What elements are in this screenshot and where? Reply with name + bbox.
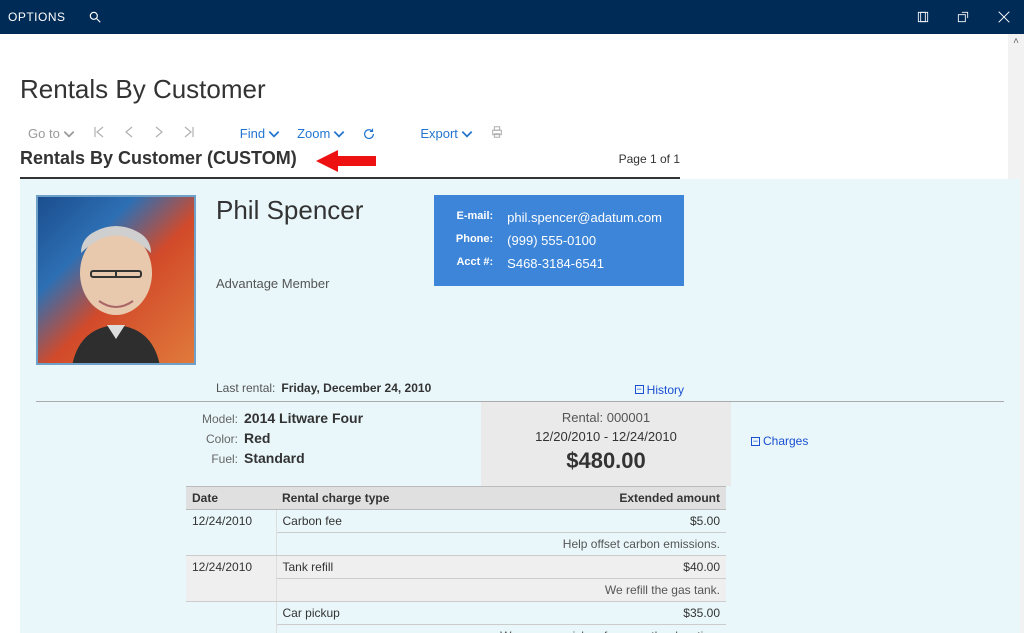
charge-date: 12/24/2010 — [186, 555, 276, 601]
col-type: Rental charge type — [276, 486, 507, 509]
title-bar: OPTIONS — [0, 0, 1024, 34]
charge-desc: Help offset carbon emissions. — [276, 532, 726, 555]
chevron-down-icon — [267, 127, 281, 141]
charge-desc: We arrange pickup from another location. — [276, 624, 726, 633]
charge-amount: $5.00 — [507, 509, 726, 532]
charge-date: 12/24/2010 — [186, 509, 276, 555]
membership-label: Advantage Member — [216, 276, 414, 291]
collapse-icon: − — [751, 437, 760, 446]
fuel-value: Standard — [244, 450, 305, 466]
model-value: 2014 Litware Four — [244, 410, 363, 426]
rental-num-value: 000001 — [607, 410, 650, 425]
history-toggle[interactable]: − History — [635, 383, 1004, 397]
options-menu[interactable]: OPTIONS — [8, 10, 66, 24]
charge-desc: We refill the gas tank. — [276, 578, 726, 601]
color-value: Red — [244, 430, 270, 446]
acct-label: Acct #: — [450, 253, 499, 274]
charge-type: Car pickup — [276, 601, 507, 624]
acct-value: S468-3184-6541 — [501, 253, 668, 274]
color-label: Color: — [196, 432, 238, 446]
charge-type: Carbon fee — [276, 509, 507, 532]
office-icon[interactable] — [912, 6, 934, 28]
phone-value: (999) 555-0100 — [501, 230, 668, 251]
goto-dropdown[interactable]: Go to — [28, 126, 76, 141]
model-label: Model: — [196, 412, 238, 426]
last-rental-value: Friday, December 24, 2010 — [281, 381, 431, 395]
col-date: Date — [186, 486, 276, 509]
fuel-label: Fuel: — [196, 452, 238, 466]
charges-toggle[interactable]: − Charges — [751, 434, 808, 448]
contact-card: E-mail: phil.spencer@adatum.com Phone: (… — [434, 195, 684, 286]
charge-amount: $40.00 — [507, 555, 726, 578]
print-icon[interactable] — [490, 125, 504, 142]
export-dropdown[interactable]: Export — [420, 126, 474, 141]
chevron-down-icon — [62, 127, 76, 141]
next-page-icon[interactable] — [152, 125, 166, 142]
page-title: Rentals By Customer — [20, 74, 1024, 105]
customer-name: Phil Spencer — [216, 195, 414, 226]
charges-table: Date Rental charge type Extended amount … — [186, 486, 726, 633]
first-page-icon[interactable] — [92, 125, 106, 142]
rental-dates: 12/20/2010 - 12/24/2010 — [501, 429, 711, 444]
close-icon[interactable] — [992, 5, 1016, 29]
prev-page-icon[interactable] — [122, 125, 136, 142]
table-row: 12/24/2010 Carbon fee $5.00 — [186, 509, 726, 532]
charge-type: Tank refill — [276, 555, 507, 578]
zoom-dropdown[interactable]: Zoom — [297, 126, 346, 141]
email-label: E-mail: — [450, 207, 499, 228]
search-icon[interactable] — [84, 6, 106, 28]
chevron-down-icon — [460, 127, 474, 141]
phone-label: Phone: — [450, 230, 499, 251]
col-amount: Extended amount — [507, 486, 726, 509]
last-page-icon[interactable] — [182, 125, 196, 142]
last-rental-label: Last rental: — [216, 381, 275, 395]
annotation-arrow-icon — [316, 148, 376, 174]
chevron-down-icon — [332, 127, 346, 141]
email-value: phil.spencer@adatum.com — [501, 207, 668, 228]
rental-total: $480.00 — [501, 448, 711, 474]
popout-icon[interactable] — [952, 6, 974, 28]
table-row: 12/24/2010 Tank refill $40.00 — [186, 555, 726, 578]
table-row: Car pickup $35.00 — [186, 601, 726, 624]
avatar — [36, 195, 196, 365]
refresh-icon[interactable] — [362, 127, 376, 141]
rental-summary: Rental: 000001 12/20/2010 - 12/24/2010 $… — [481, 402, 731, 486]
find-dropdown[interactable]: Find — [240, 126, 281, 141]
report-title: Rentals By Customer (CUSTOM) — [20, 148, 297, 169]
charge-amount: $35.00 — [507, 601, 726, 624]
page-indicator: Page 1 of 1 — [619, 152, 680, 166]
rental-num-label: Rental: — [562, 410, 603, 425]
report-toolbar: Go to Find Zoom Export — [20, 125, 1024, 142]
charge-date — [186, 601, 276, 633]
scroll-up-icon[interactable]: ˄ — [1013, 36, 1019, 47]
collapse-icon: − — [635, 385, 644, 394]
